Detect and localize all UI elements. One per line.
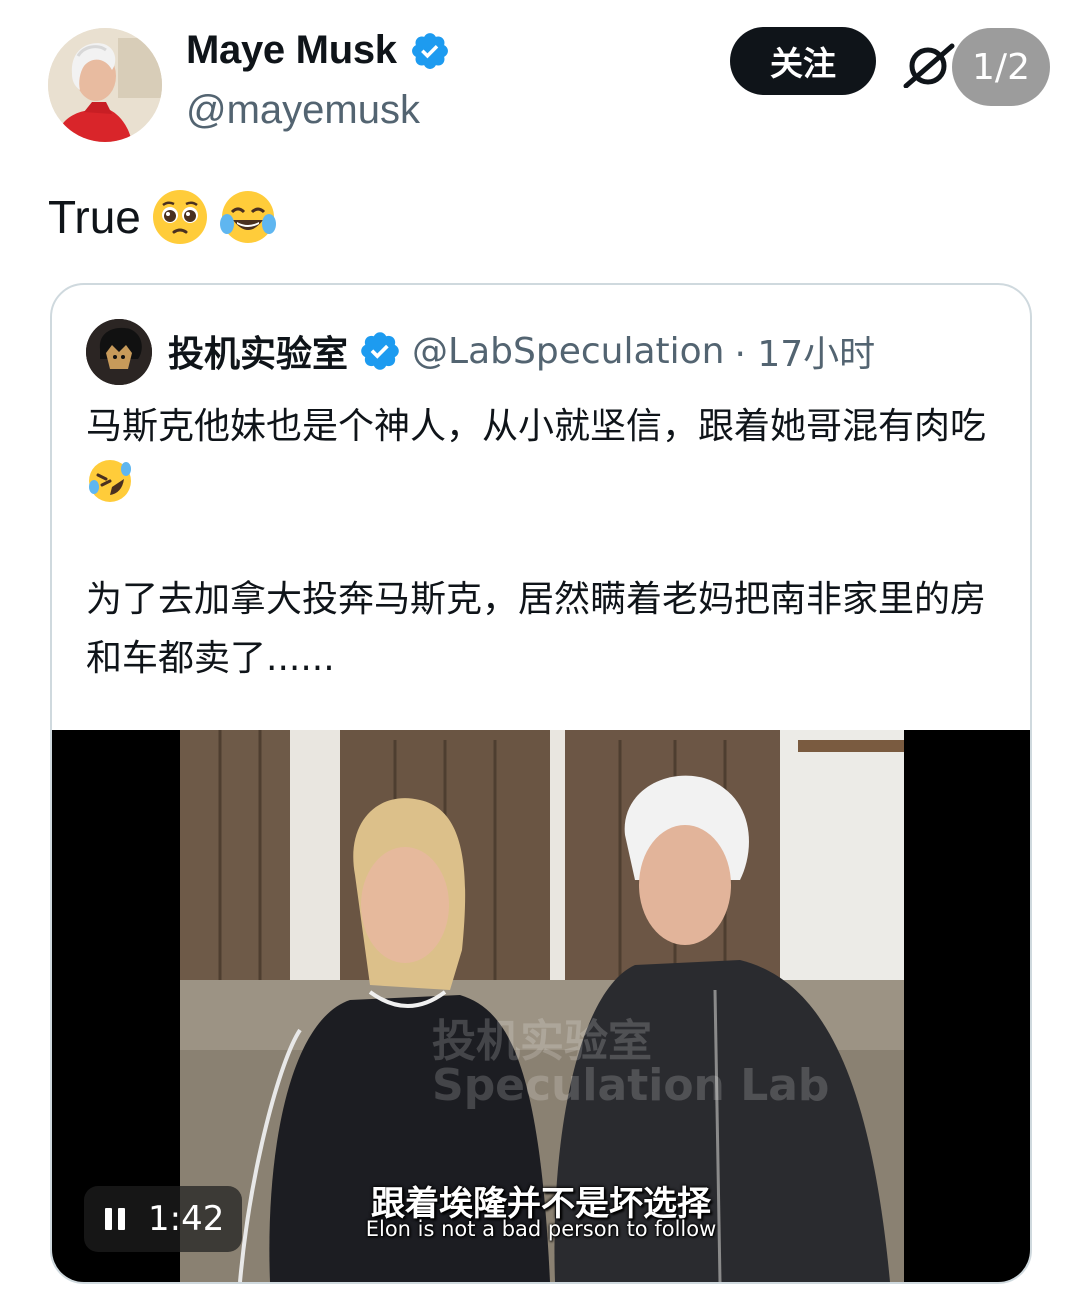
video-duration: 1:42 <box>148 1199 225 1239</box>
author-name[interactable]: Maye Musk <box>186 28 397 73</box>
follow-button[interactable]: 关注 <box>730 27 876 95</box>
verified-badge-icon <box>361 332 399 370</box>
verified-badge-icon <box>411 32 448 69</box>
quoted-paragraph-2: 为了去加拿大投奔马斯克，居然瞒着老妈把南非家里的房和车都卖了...... <box>86 579 987 679</box>
author-handle[interactable]: @mayemusk <box>186 88 420 133</box>
grok-icon[interactable] <box>902 42 956 88</box>
quoted-timestamp[interactable]: · 17小时 <box>734 325 875 377</box>
tweet-body: True <box>48 191 141 243</box>
rolling-laughing-icon <box>89 460 131 502</box>
quoted-author-avatar[interactable] <box>86 319 152 385</box>
tweet-text: True <box>48 188 277 246</box>
video-controls[interactable]: 1:42 <box>84 1186 242 1252</box>
pause-icon[interactable] <box>104 1206 126 1232</box>
pleading-face-icon <box>152 190 207 244</box>
quoted-paragraph-1: 马斯克他妹也是个神人，从小就坚信，跟着她哥混有肉吃 <box>86 406 987 447</box>
video-watermark: 投机实验室 Speculation Lab <box>432 1016 830 1111</box>
page-indicator: 1/2 <box>952 28 1050 106</box>
author-avatar[interactable] <box>48 28 162 142</box>
quoted-author-name[interactable]: 投机实验室 <box>168 325 348 377</box>
video-player[interactable]: 投机实验室 Speculation Lab 跟着埃隆并不是坏选择 Elon is … <box>52 730 1030 1282</box>
quoted-author-handle[interactable]: @LabSpeculation <box>412 331 724 372</box>
quoted-tweet-text: 马斯克他妹也是个神人，从小就坚信，跟着她哥混有肉吃 为了去加拿大投奔马斯克，居然… <box>86 397 986 688</box>
quoted-tweet-card[interactable]: 投机实验室 @LabSpeculation · 17小时 马斯克他妹也是个神人，… <box>50 283 1032 1284</box>
tears-of-joy-icon <box>219 191 276 243</box>
